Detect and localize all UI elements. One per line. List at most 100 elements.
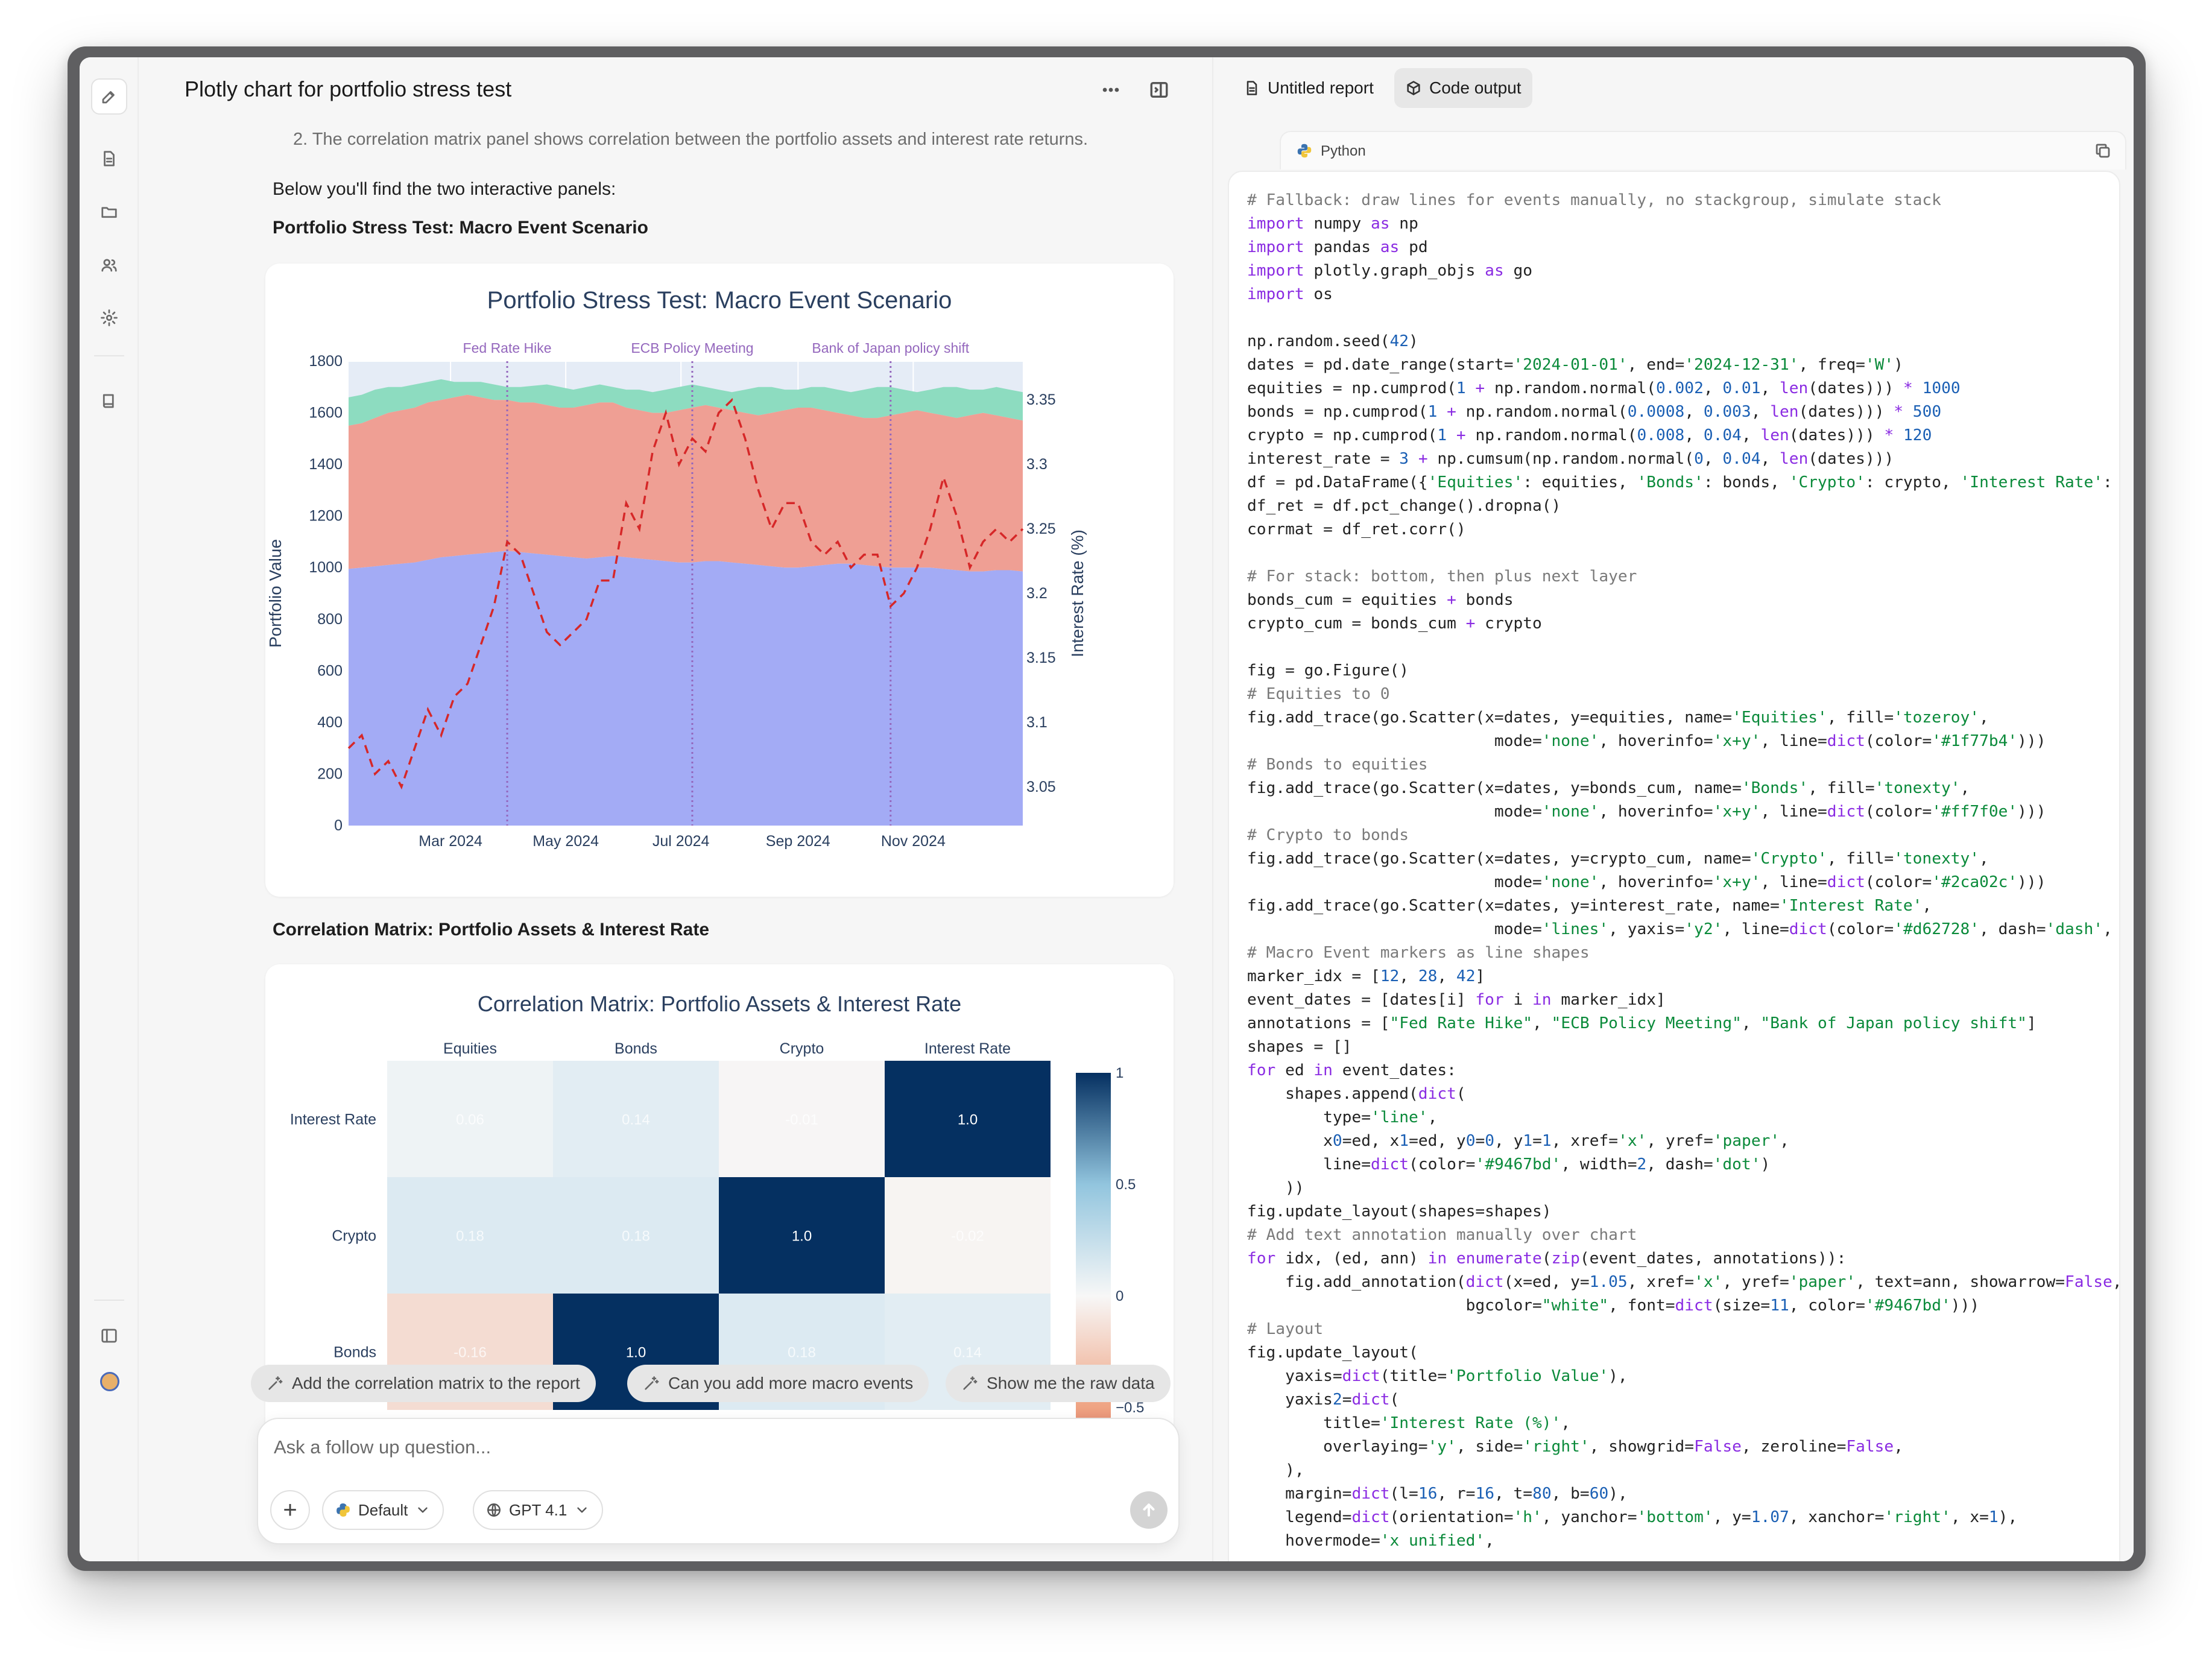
- code-line: df = pd.DataFrame({'Equities': equities,…: [1247, 473, 2112, 491]
- y2-tick-label: 3.15: [1026, 649, 1056, 666]
- more-options-icon[interactable]: [1098, 77, 1124, 103]
- settings-gear-icon[interactable]: [96, 305, 122, 331]
- y2-axis-label: Interest Rate (%): [1068, 529, 1087, 657]
- new-chat-icon[interactable]: [91, 78, 127, 115]
- column-label: Bonds: [615, 1040, 657, 1057]
- suggestion-label: Add the correlation matrix to the report: [292, 1374, 580, 1392]
- book-icon[interactable]: [96, 388, 122, 414]
- rail-divider: [94, 355, 124, 356]
- y-tick-label: 1600: [309, 405, 343, 422]
- code-line: event_dates = [dates[i] for i in marker_…: [1247, 991, 1666, 1009]
- folder-icon[interactable]: [96, 198, 122, 225]
- event-label: Fed Rate Hike: [463, 340, 552, 356]
- code-line: title='Interest Rate (%)',: [1247, 1414, 1571, 1432]
- users-icon[interactable]: [96, 251, 122, 278]
- tab-untitled-report[interactable]: Untitled report: [1233, 68, 1385, 108]
- cell-value: -0.01: [785, 1112, 818, 1128]
- y-tick-label: 1400: [309, 456, 343, 473]
- app-frame: Plotly chart for portfolio stress test 2…: [80, 57, 2134, 1561]
- code-line: # For stack: bottom, then plus next laye…: [1247, 567, 1637, 586]
- model-selector[interactable]: GPT 4.1: [473, 1490, 604, 1530]
- code-block[interactable]: # Fallback: draw lines for events manual…: [1228, 171, 2120, 1561]
- x-tick-label: Nov 2024: [881, 833, 946, 850]
- code-line: fig.add_trace(go.Scatter(x=dates, y=equi…: [1247, 709, 1989, 727]
- user-avatar[interactable]: [100, 1372, 119, 1391]
- colorbar-tick: −0.5: [1116, 1400, 1144, 1416]
- code-line: )): [1247, 1179, 1304, 1197]
- code-line: x0=ed, x1=ed, y0=0, y1=1, xref='x', yref…: [1247, 1132, 1789, 1150]
- icon-rail: [80, 57, 139, 1561]
- suggestion-chip-3[interactable]: Show me the raw data: [946, 1365, 1171, 1402]
- copy-code-icon[interactable]: [2094, 142, 2112, 160]
- code-line: yaxis=dict(title='Portfolio Value'),: [1247, 1367, 1628, 1385]
- code-line: overlaying='y', side='right', showgrid=F…: [1247, 1438, 1903, 1456]
- code-line: # Layout: [1247, 1320, 1324, 1338]
- attach-plus-button[interactable]: +: [270, 1490, 310, 1530]
- code-line: bonds_cum = equities + bonds: [1247, 591, 1514, 609]
- faded-list-item: 2. The correlation matrix panel shows co…: [293, 130, 1089, 149]
- arrow-up-icon: [1143, 1503, 1155, 1517]
- code-line: yaxis2=dict(: [1247, 1391, 1400, 1409]
- code-line: mode='none', hoverinfo='x+y', line=dict(…: [1247, 732, 2046, 750]
- code-line: corrmat = df_ret.corr(): [1247, 520, 1466, 539]
- cell-value: 0.06: [456, 1112, 484, 1128]
- cell-value: 0.18: [456, 1228, 484, 1245]
- code-line: legend=dict(orientation='h', yanchor='bo…: [1247, 1508, 2018, 1526]
- suggestion-chip-1[interactable]: Add the correlation matrix to the report: [251, 1365, 596, 1402]
- x-tick-label: Sep 2024: [766, 833, 830, 850]
- y-tick-label: 1800: [309, 353, 343, 370]
- y2-tick-label: 3.3: [1026, 456, 1048, 473]
- code-text: # Fallback: draw lines for events manual…: [1247, 189, 2119, 1553]
- tab-label: Untitled report: [1268, 78, 1374, 97]
- code-line: bgcolor="white", font=dict(size=11, colo…: [1247, 1297, 1980, 1315]
- code-line: # Bonds to equities: [1247, 756, 1428, 774]
- follow-up-input[interactable]: [274, 1432, 997, 1462]
- code-line: fig.update_layout(: [1247, 1344, 1418, 1362]
- cube-icon: [1407, 81, 1420, 95]
- code-line: bonds = np.cumprod(1 + np.random.normal(…: [1247, 403, 1942, 421]
- tab-label: Code output: [1429, 78, 1522, 97]
- code-line: dates = pd.date_range(start='2024-01-01'…: [1247, 356, 1903, 374]
- suggestion-chip-2[interactable]: Can you add more macro events: [627, 1365, 929, 1402]
- chat-title: Plotly chart for portfolio stress test: [185, 77, 512, 101]
- corr-heading: Correlation Matrix: Portfolio Assets & I…: [273, 920, 710, 940]
- colorbar-tick: 0: [1116, 1288, 1123, 1304]
- y2-tick-label: 3.2: [1026, 585, 1048, 602]
- cell-value: 1.0: [626, 1345, 646, 1361]
- chevron-down-icon: [577, 1507, 587, 1513]
- model-label: GPT 4.1: [509, 1500, 567, 1519]
- code-line: interest_rate = 3 + np.cumsum(np.random.…: [1247, 450, 1894, 468]
- code-output-panel: Untitled report Code output Python # Fal…: [1212, 57, 2134, 1561]
- panel-toggle-icon[interactable]: [1146, 77, 1172, 103]
- y-tick-label: 800: [317, 611, 343, 628]
- document-icon[interactable]: [96, 145, 122, 172]
- mode-selector[interactable]: Default: [322, 1490, 444, 1530]
- document-icon: [1247, 81, 1257, 95]
- suggestion-label: Can you add more macro events: [668, 1374, 914, 1392]
- stress-chart[interactable]: Portfolio Stress Test: Macro Event Scena…: [265, 264, 1174, 897]
- y-axis-label: Portfolio Value: [266, 539, 285, 648]
- y2-tick-label: 3.1: [1026, 714, 1048, 731]
- code-line: hovermode='x unified',: [1247, 1532, 1494, 1550]
- y-tick-label: 0: [334, 817, 343, 834]
- sparkle-wand-icon: [645, 1376, 659, 1390]
- colorbar-tick: 0.5: [1116, 1177, 1136, 1193]
- code-line: fig = go.Figure(): [1247, 662, 1409, 680]
- tab-code-output[interactable]: Code output: [1394, 68, 1532, 108]
- send-button[interactable]: [1130, 1491, 1168, 1529]
- code-line: import numpy as np: [1247, 215, 1418, 233]
- globe-icon: [487, 1503, 501, 1517]
- stress-heading: Portfolio Stress Test: Macro Event Scena…: [273, 218, 648, 238]
- x-tick-label: Mar 2024: [419, 833, 482, 850]
- code-line: annotations = ["Fed Rate Hike", "ECB Pol…: [1247, 1014, 2037, 1032]
- stress-chart-title: Portfolio Stress Test: Macro Event Scena…: [487, 287, 952, 314]
- code-line: # Crypto to bonds: [1247, 826, 1409, 844]
- stress-chart-card: Portfolio Stress Test: Macro Event Scena…: [265, 264, 1174, 897]
- sidebar-toggle-icon[interactable]: [96, 1322, 122, 1349]
- code-line: fig.add_trace(go.Scatter(x=dates, y=cryp…: [1247, 850, 1989, 868]
- code-line: np.random.seed(42): [1247, 332, 1418, 350]
- equities-area: [349, 551, 1023, 826]
- code-line: for idx, (ed, ann) in enumerate(zip(even…: [1247, 1250, 1847, 1268]
- message-composer: + Default GPT 4.1: [257, 1418, 1180, 1544]
